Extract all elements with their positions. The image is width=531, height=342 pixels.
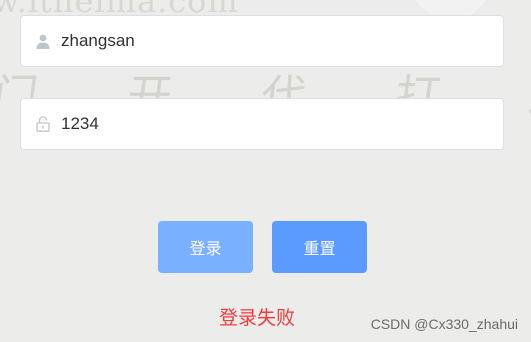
username-field[interactable] bbox=[20, 15, 504, 67]
lock-icon bbox=[35, 116, 51, 132]
password-field[interactable] bbox=[20, 98, 504, 150]
user-icon bbox=[35, 33, 51, 49]
password-input[interactable] bbox=[61, 99, 503, 149]
login-error-message: 登录失败 bbox=[219, 307, 296, 329]
username-input[interactable] bbox=[61, 16, 503, 66]
credit-watermark: CSDN @Cx330_zhahui bbox=[370, 316, 518, 332]
reset-button[interactable]: 重置 bbox=[272, 221, 367, 273]
login-button[interactable]: 登录 bbox=[158, 221, 253, 273]
